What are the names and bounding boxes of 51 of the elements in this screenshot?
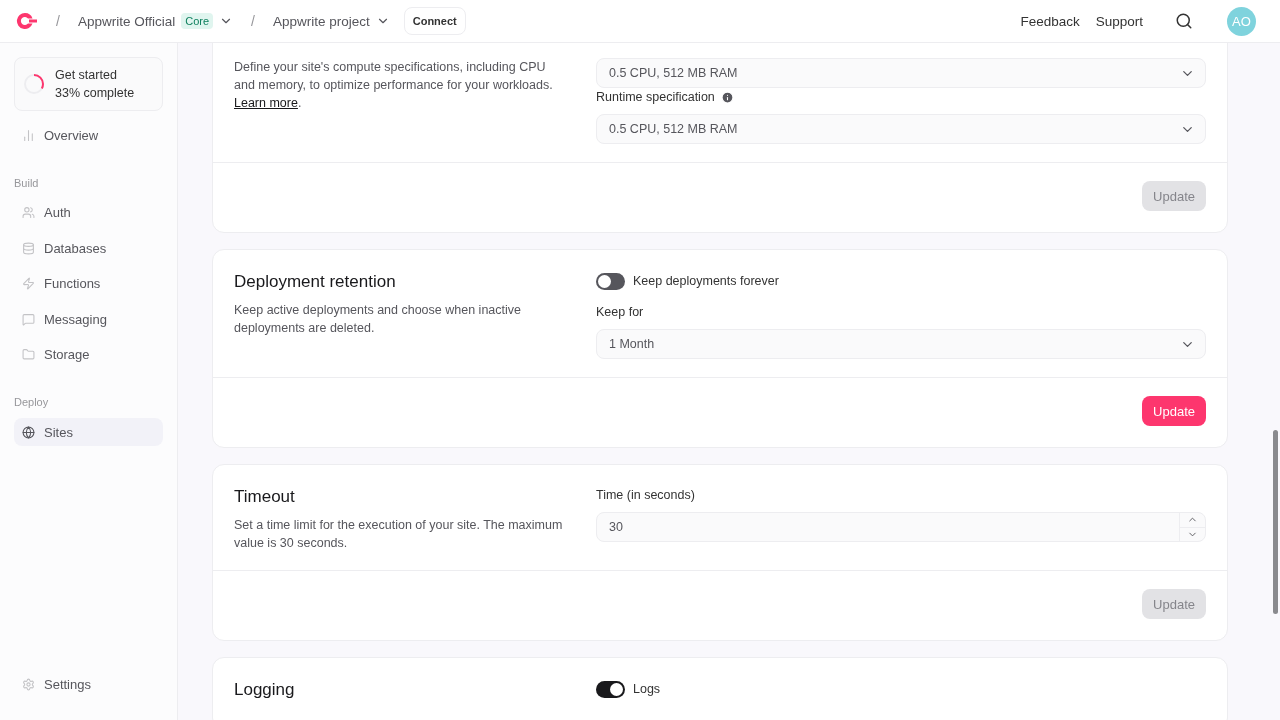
nav-item[interactable]: Messaging	[14, 305, 163, 333]
scrollbar[interactable]	[1273, 430, 1278, 614]
logo-icon[interactable]	[16, 12, 38, 30]
nav-heading: Build	[14, 176, 40, 189]
connect-button[interactable]: Connect	[403, 7, 466, 35]
bolt-icon	[22, 277, 35, 290]
progress-title: Get started	[55, 67, 118, 84]
section-title: Deployment retention	[234, 271, 397, 293]
toggle-label: Logs	[633, 682, 661, 696]
field-label: Runtime specification	[596, 88, 1206, 106]
header-link[interactable]: Feedback	[1020, 13, 1080, 29]
nav-item[interactable]: Functions	[14, 269, 163, 298]
breadcrumb-separator: /	[251, 13, 255, 29]
section-description: Define your site's compute specifications, including CPU and memory, to optimize performance for your workloads. Learn more.	[234, 59, 554, 112]
nav-item[interactable]: Storage	[14, 340, 163, 369]
nav-item[interactable]: Settings	[14, 670, 163, 699]
globe-icon	[22, 425, 35, 439]
toggle-label: Keep deployments forever	[633, 274, 779, 288]
field-label: Time (in seconds)	[596, 487, 696, 504]
nav-heading: Deploy	[14, 396, 50, 408]
field-label: Keep for	[596, 304, 645, 321]
chart-icon	[22, 128, 35, 142]
section-title: Timeout	[234, 486, 296, 508]
section-description: Set a time limit for the execution of your site. The maximum value is 30 seconds.	[234, 517, 564, 552]
select-field[interactable]: 1 Month	[596, 329, 1206, 359]
learn-more-link[interactable]: Learn more	[234, 96, 298, 110]
toggle-switch[interactable]	[596, 272, 625, 290]
org-selector[interactable]: Appwrite Official Core	[77, 13, 234, 29]
nav-item[interactable]: Overview	[14, 121, 163, 149]
nav-item[interactable]: Auth	[14, 198, 163, 227]
database-icon	[22, 241, 35, 255]
nav-item[interactable]: Databases	[14, 234, 163, 262]
chat-icon	[22, 312, 35, 326]
section-title: Logging	[234, 679, 296, 701]
update-button[interactable]: Update	[1142, 396, 1206, 426]
progress-ring	[23, 73, 45, 95]
search-icon[interactable]	[1175, 12, 1193, 30]
select-field[interactable]: 0.5 CPU, 512 MB RAM	[596, 58, 1206, 88]
folder-icon	[22, 348, 35, 361]
users-icon	[22, 206, 35, 219]
plan-badge: Core	[181, 13, 214, 29]
progress-card[interactable]: Get started 33% complete	[14, 57, 163, 111]
project-selector[interactable]: Appwrite project	[272, 13, 390, 29]
header-link[interactable]: Support	[1095, 13, 1143, 29]
select-field[interactable]: 0.5 CPU, 512 MB RAM	[596, 114, 1206, 144]
progress-subtitle: 33% complete	[55, 85, 135, 102]
nav-item[interactable]: Sites	[14, 418, 163, 446]
breadcrumb-separator: /	[56, 13, 60, 29]
settings-icon	[22, 678, 35, 691]
toggle-switch[interactable]	[596, 680, 625, 698]
section-description: Keep active deployments and choose when inactive deployments are deleted.	[234, 302, 522, 337]
